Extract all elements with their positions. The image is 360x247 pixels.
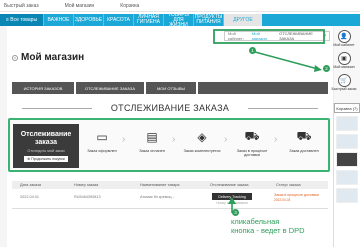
cart-panel-header[interactable]: Корзина (7) xyxy=(334,103,360,113)
col-number: Номер заказа xyxy=(74,183,99,187)
my-cabinet-label: Мой кабинет xyxy=(333,43,355,47)
nav-food[interactable]: ПРОДУКТЫ ПИТАНИЯ xyxy=(194,14,224,26)
step-order-shipping: ⛟ Заказ в процессе доставки xyxy=(230,129,274,157)
step-label: Заказ оплачен xyxy=(139,149,165,153)
top-bar: Быстрый заказ Мой магазин Корзина xyxy=(0,0,360,12)
col-tracking: Отслеживание заказа xyxy=(210,183,249,187)
page: Быстрый заказ Мой магазин Корзина ≡ Все … xyxy=(0,0,360,247)
step-order-placed: ▭ Заказ оформлен xyxy=(80,130,124,153)
step-label: Заказ комплектуется xyxy=(183,149,221,153)
annotation-badge-3: 3 xyxy=(232,209,239,216)
annotation-badge-2: 2 xyxy=(323,65,330,72)
chevron-right-icon: › xyxy=(224,134,228,145)
orders-table: Дата заказа Номер заказа Наименование то… xyxy=(12,181,328,209)
top-link-my-store[interactable]: Мой магазин xyxy=(65,3,95,9)
left-edge xyxy=(0,26,7,247)
step-label: Заказ доставлен xyxy=(289,149,319,153)
annotation-click-text: кликабельная кнопка - ведет в DPD xyxy=(231,217,305,235)
quick-order-label: Быстрый заказ xyxy=(331,87,357,91)
header-row: Мой кабинет: Мой магазин ОТСЛЕЖИВАНИЕ ЗА… xyxy=(8,28,330,42)
step-order-packing: ◈ Заказ комплектуется xyxy=(180,130,224,153)
my-store-label: Мой магазин xyxy=(333,65,355,69)
annotation-badge-1: 1 xyxy=(249,47,256,54)
product-thumb[interactable] xyxy=(336,152,358,167)
top-link-cart[interactable]: Корзина xyxy=(120,3,139,9)
cart-icon: 🛒 xyxy=(337,74,351,87)
nav-beauty[interactable]: КРАСОТА xyxy=(104,14,134,26)
top-link-quick-order[interactable]: Быстрый заказ xyxy=(4,3,39,9)
product-thumb[interactable] xyxy=(336,188,358,203)
my-cabinet-button[interactable]: 👤 Мой кабинет xyxy=(328,30,360,52)
done-icon: ⛟ xyxy=(296,129,312,143)
order-product[interactable]: Атомик бэ кремоц... xyxy=(140,195,175,199)
box-icon: ◈ xyxy=(197,130,207,144)
tab-my-reviews[interactable]: МОИ ОТЗЫВЫ xyxy=(146,82,198,94)
user-icon: 👤 xyxy=(337,30,351,43)
tab-order-history[interactable]: ИСТОРИЯ ЗАКАЗОВ xyxy=(12,82,76,94)
product-thumb[interactable] xyxy=(336,170,358,185)
col-status: Статус заказа xyxy=(276,183,301,187)
nav-health[interactable]: ЗДОРОВЬЕ xyxy=(74,14,104,26)
annotation-arrow-1 xyxy=(254,51,319,70)
tracking-panel-title: Отслеживание заказа xyxy=(20,130,72,146)
order-number[interactable]: RU5464390813 xyxy=(74,195,101,199)
nav-other[interactable]: ДРУГОЕ xyxy=(224,14,262,26)
account-tabs: ИСТОРИЯ ЗАКАЗОВ ОТСЛЕЖИВАНИЕ ЗАКАЗА МОИ … xyxy=(12,82,328,94)
order-date: 2022.04.01 xyxy=(20,195,40,199)
my-store-button[interactable]: ▣ Мой магазин xyxy=(328,52,360,74)
step-label: Заказ в процессе доставки xyxy=(236,149,268,157)
step-label: Заказ оформлен xyxy=(87,149,117,153)
order-status-date: 2022-04-03 xyxy=(274,198,291,202)
col-product: Наименование товара xyxy=(140,183,180,187)
nav-hygiene[interactable]: ЛИЧНАЯ ГИГИЕНА xyxy=(134,14,164,26)
continue-shopping-button[interactable]: ⊕ Продолжить покупки xyxy=(24,155,68,162)
nav-life[interactable]: ТОВАРЫ ДЛЯ ЖИЗНИ xyxy=(164,12,194,27)
tracking-steps-box: Отслеживание заказа Отследить мой заказ … xyxy=(8,118,330,172)
col-date: Дата заказа xyxy=(20,183,41,187)
nav-important[interactable]: ВАЖНОЕ xyxy=(44,14,74,26)
store-name: Мой магазин xyxy=(252,31,267,41)
tracking-number-label: Номер отслеживания xyxy=(216,201,248,205)
chevron-right-icon: › xyxy=(274,134,278,145)
table-row: 2022.04.01 RU5464390813 Атомик бэ кремоц… xyxy=(12,189,328,209)
chevron-right-icon: › xyxy=(122,134,126,145)
annotation-arrowhead-1 xyxy=(314,65,322,72)
cart-side-panel: Корзина (7) xyxy=(333,103,360,247)
chevron-right-icon: › xyxy=(172,134,176,145)
tracking-panel: Отслеживание заказа Отследить мой заказ … xyxy=(13,124,79,168)
card-icon: ▭ xyxy=(96,130,108,144)
delivery-tracking-button[interactable]: Delivery Tracking xyxy=(212,193,252,200)
table-header: Дата заказа Номер заказа Наименование то… xyxy=(12,181,328,189)
store-menu-value: ОТСЛЕЖИВАНИЕ ЗАКАЗА xyxy=(279,31,313,41)
page-title: ⌂ Мой магазин xyxy=(12,52,84,63)
chevron-down-icon: ▾ xyxy=(323,33,327,39)
product-thumb[interactable] xyxy=(336,116,358,131)
order-status: Заказ в процессе доставки xyxy=(274,193,319,197)
tabs-filler xyxy=(198,82,328,94)
payment-icon: ▤ xyxy=(146,130,158,144)
home-icon: ⌂ xyxy=(12,54,18,61)
truck-icon: ⛟ xyxy=(244,129,260,143)
page-title-text: Мой магазин xyxy=(21,52,85,63)
store-prefix: Мой кабинет: xyxy=(228,31,244,41)
tracking-panel-subtitle: Отследить мой заказ xyxy=(27,148,65,153)
category-nav: ≡ Все товары ВАЖНОЕ ЗДОРОВЬЕ КРАСОТА ЛИЧ… xyxy=(0,12,360,27)
step-order-paid: ▤ Заказ оплачен xyxy=(130,130,174,153)
product-thumb[interactable] xyxy=(336,134,358,149)
nav-all-products[interactable]: ≡ Все товары xyxy=(0,14,44,26)
right-icons: 👤 Мой кабинет ▣ Мой магазин 🛒 Быстрый за… xyxy=(328,30,360,96)
store-icon: ▣ xyxy=(337,52,351,65)
tracking-section-title: ОТСЛЕЖИВАНИЕ ЗАКАЗА xyxy=(12,103,328,113)
tab-order-tracking[interactable]: ОТСЛЕЖИВАНИЕ ЗАКАЗА xyxy=(76,82,146,94)
quick-order-button[interactable]: 🛒 Быстрый заказ xyxy=(328,74,360,96)
step-order-delivered: ⛟ Заказ доставлен xyxy=(282,129,326,153)
store-menu-select[interactable]: Мой кабинет: Мой магазин ОТСЛЕЖИВАНИЕ ЗА… xyxy=(224,31,330,41)
